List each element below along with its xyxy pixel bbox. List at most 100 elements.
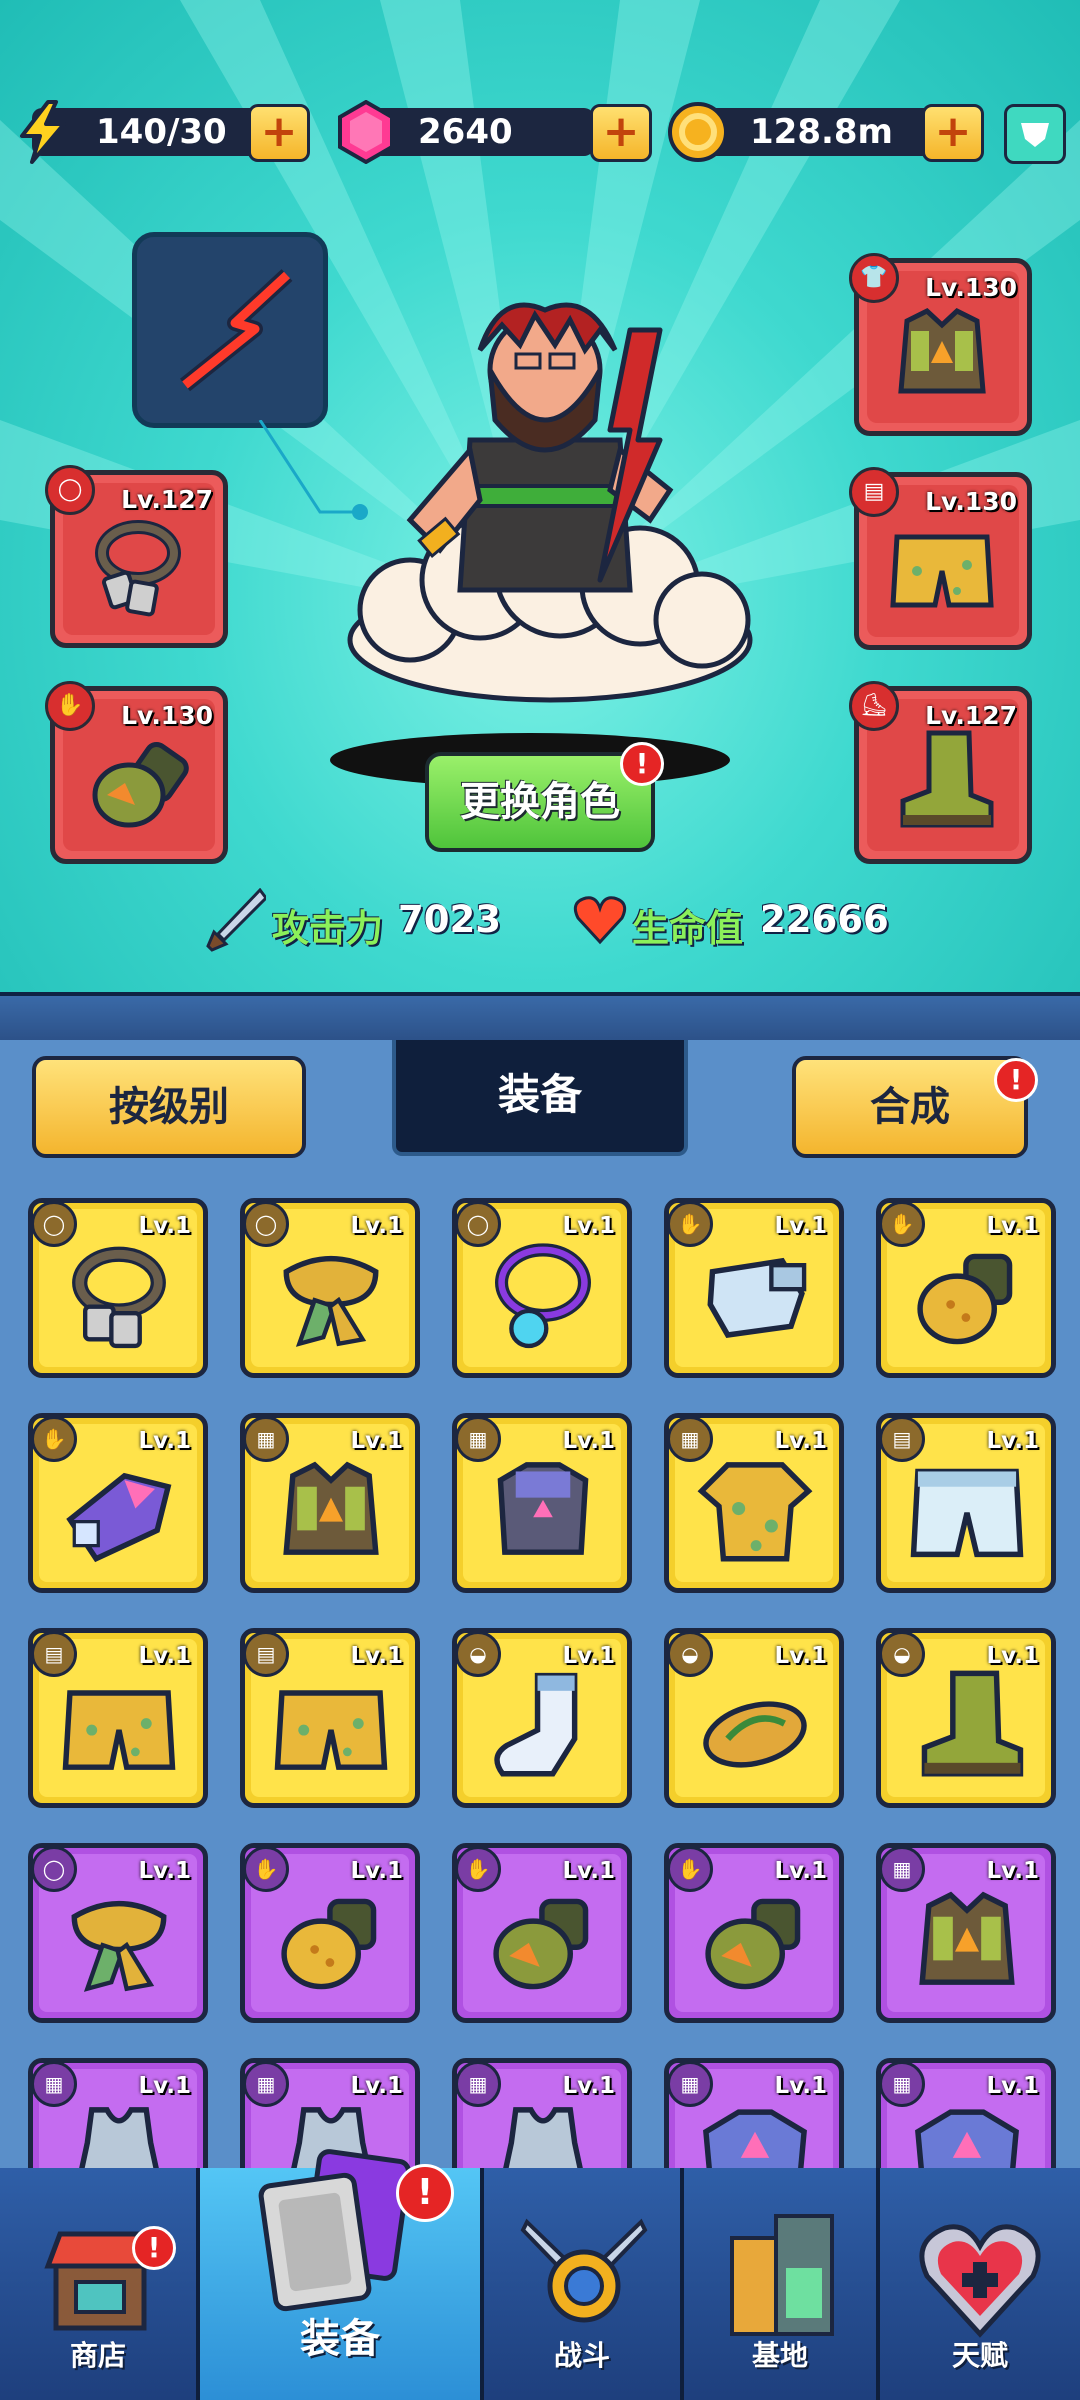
merge-button[interactable]: 合成 [792, 1056, 1028, 1158]
coins-plus-button[interactable]: + [922, 104, 984, 162]
shorts-icon [890, 534, 994, 608]
item-level: Lv.1 [138, 1213, 191, 1239]
sock-icon [494, 1672, 578, 1777]
gems-plus-button[interactable]: + [590, 104, 652, 162]
inventory-item[interactable]: ▦ Lv.1 [664, 1413, 844, 1593]
inventory-item[interactable]: ◒ Lv.1 [452, 1628, 632, 1808]
inventory-item[interactable]: ✋ Lv.1 [240, 1843, 420, 2023]
inventory-item[interactable]: ✋ Lv.1 [876, 1198, 1056, 1378]
lightning-icon [20, 100, 66, 164]
armor-vest-icon [919, 1891, 1015, 1985]
inventory-item[interactable]: ◒ Lv.1 [876, 1628, 1056, 1808]
dogtag-necklace-icon [95, 520, 181, 617]
item-level: Lv.1 [986, 1428, 1039, 1454]
buildings-icon [730, 2214, 834, 2336]
armor-type-icon: 👕 [849, 253, 899, 303]
coins-resource: 128.8m + [666, 100, 986, 162]
necklace-type-icon: ◯ [45, 465, 95, 515]
pants-type-icon: ▤ [849, 467, 899, 517]
inventory-item[interactable]: ▤ Lv.1 [240, 1628, 420, 1808]
nav-shop-label: 商店 [69, 2339, 126, 2372]
nav-base-label: 基地 [751, 2339, 808, 2372]
hero-slot-boots[interactable]: ⛸ Lv.127 [849, 681, 1032, 864]
slot-level: Lv.130 [925, 487, 1017, 516]
gem-icon [338, 100, 394, 164]
item-level: Lv.1 [350, 1858, 403, 1884]
nav-shop[interactable]: ! 商店 [0, 2168, 200, 2400]
inventory-item[interactable]: ✋ Lv.1 [452, 1843, 632, 2023]
inventory-item[interactable]: ✋ Lv.1 [28, 1413, 208, 1593]
hp-label: 生命值 [632, 907, 743, 950]
hawaiian-shirt-icon [697, 1462, 813, 1562]
hero-slot-necklace[interactable]: ◯ Lv.127 [45, 465, 228, 648]
attack-label: 攻击力 [272, 907, 383, 950]
inventory-item[interactable]: ◯ Lv.1 [28, 1198, 208, 1378]
slot-level: Lv.130 [925, 273, 1017, 302]
inventory-item[interactable]: ◯ Lv.1 [240, 1198, 420, 1378]
scarf-icon [283, 1255, 379, 1347]
item-level: Lv.1 [138, 1428, 191, 1454]
item-level: Lv.1 [986, 2073, 1039, 2099]
change-character-alert: ! [620, 742, 664, 786]
inventory-item[interactable]: ▦ Lv.1 [452, 1413, 632, 1593]
item-level: Lv.1 [138, 2073, 191, 2099]
shield-icon [1021, 123, 1049, 147]
gauntlet-icon [917, 1253, 1013, 1345]
inventory-item[interactable]: ▦ Lv.1 [240, 1413, 420, 1593]
item-level: Lv.1 [562, 1213, 615, 1239]
heart-icon [573, 896, 627, 945]
hero-slot-armor[interactable]: 👕 Lv.130 [849, 253, 1032, 436]
fist-gauntlet-icon [705, 1898, 801, 1990]
inventory-item[interactable]: ◯ Lv.1 [28, 1843, 208, 2023]
hero-slot-pants[interactable]: ▤ Lv.130 [849, 467, 1032, 650]
item-level: Lv.1 [986, 1643, 1039, 1669]
dogtag-necklace-icon [72, 1246, 166, 1349]
glove-icon [707, 1257, 807, 1338]
mech-armor-icon [497, 1462, 589, 1555]
skill-slot[interactable] [132, 232, 328, 428]
flip-flop-icon [703, 1701, 807, 1768]
item-level: Lv.1 [774, 1643, 827, 1669]
hero-stats: 攻击力 7023 生命值 22666 [0, 884, 1080, 956]
inventory-item[interactable]: ◯ Lv.1 [452, 1198, 632, 1378]
nav-base[interactable]: 基地 [684, 2168, 880, 2400]
zeus-character [347, 302, 753, 703]
item-level: Lv.1 [350, 1643, 403, 1669]
gauntlet-icon [92, 741, 189, 828]
shorts-icon [62, 1690, 176, 1770]
nav-equipment[interactable]: ! 装备 [200, 2149, 484, 2400]
inventory-item[interactable]: ▤ Lv.1 [876, 1413, 1056, 1593]
inventory-item[interactable]: ◒ Lv.1 [664, 1628, 844, 1808]
inventory-item[interactable]: ▤ Lv.1 [28, 1628, 208, 1808]
merge-alert: ! [994, 1058, 1038, 1102]
boxer-shorts-icon [910, 1468, 1024, 1558]
boots-icon [921, 1670, 1024, 1777]
item-level: Lv.1 [562, 1428, 615, 1454]
item-level: Lv.1 [138, 1643, 191, 1669]
item-level: Lv.1 [562, 1858, 615, 1884]
shield-button[interactable] [1004, 104, 1066, 164]
fist-gauntlet-icon [493, 1898, 589, 1990]
energy-plus-button[interactable]: + [248, 104, 310, 162]
item-level: Lv.1 [562, 1643, 615, 1669]
item-level: Lv.1 [986, 1858, 1039, 1884]
inventory-item[interactable]: ▦ Lv.1 [876, 1843, 1056, 2023]
section-divider [0, 992, 1080, 1044]
nav-equipment-label: 装备 [300, 2316, 380, 2362]
item-level: Lv.1 [350, 1213, 403, 1239]
sort-by-level-button[interactable]: 按级别 [32, 1056, 306, 1158]
inventory-item[interactable]: ✋ Lv.1 [664, 1198, 844, 1378]
nav-talent[interactable]: 天赋 [880, 2168, 1080, 2400]
bottom-navigation: ! 商店 ! 装备 战斗 基地 天赋 [0, 2149, 1080, 2400]
lightning-bolt-skill-icon [180, 269, 293, 392]
scarf-icon [71, 1900, 167, 1992]
heart-shield-icon [919, 2224, 1041, 2338]
coin-icon [668, 102, 728, 162]
nav-talent-label: 天赋 [951, 2339, 1008, 2372]
boots-icon [900, 730, 994, 828]
nav-battle[interactable]: 战斗 [484, 2168, 684, 2400]
hero-slot-gloves[interactable]: ✋ Lv.130 [45, 681, 228, 864]
item-level: Lv.1 [350, 2073, 403, 2099]
slot-level: Lv.130 [121, 701, 213, 730]
inventory-item[interactable]: ✋ Lv.1 [664, 1843, 844, 2023]
